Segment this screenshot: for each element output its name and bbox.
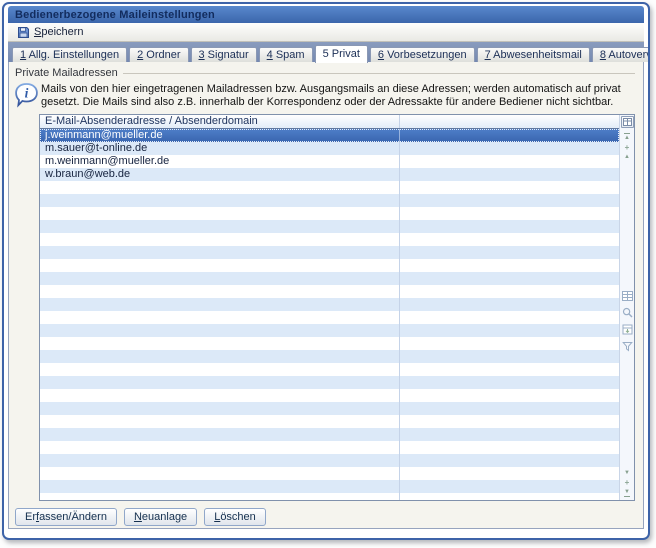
grid-row-empty <box>40 493 619 500</box>
column-chooser-button[interactable] <box>621 116 634 128</box>
column-header-extra[interactable] <box>400 115 619 128</box>
search-icon[interactable] <box>622 307 633 318</box>
scroll-top-button[interactable]: ▲ <box>624 133 630 141</box>
grid-tool-icons <box>620 291 634 352</box>
grid-row-empty <box>40 324 619 337</box>
tab-ordner[interactable]: 2 Ordner <box>129 47 188 62</box>
neuanlage-button[interactable]: Neuanlage <box>124 508 197 526</box>
grid-row-empty <box>40 402 619 415</box>
info-text-line1: Mails von den hier eingetragenen Mailadr… <box>41 83 621 96</box>
grid-row-empty <box>40 467 619 480</box>
tab-signatur[interactable]: 3 Signatur <box>191 47 257 62</box>
scroll-down-button[interactable]: ▼ <box>624 470 630 476</box>
scroll-up-button[interactable]: ▲ <box>624 154 630 160</box>
save-icon <box>17 26 30 39</box>
tab-abwesenheitsmail[interactable]: 7 Abwesenheitsmail <box>477 47 590 62</box>
grid-row-empty <box>40 415 619 428</box>
grid-row-empty <box>40 298 619 311</box>
column-header-email[interactable]: E-Mail-Absenderadresse / Absenderdomain <box>40 115 400 128</box>
group-box-header: Private Mailadressen <box>15 67 635 79</box>
tab-panel-privat: Private Mailadressen i Mails von den hie… <box>8 62 644 529</box>
grid-row-empty <box>40 285 619 298</box>
grid-row-empty <box>40 311 619 324</box>
grid-row[interactable]: w.braun@web.de <box>40 168 619 181</box>
loeschen-button[interactable]: Löschen <box>204 508 266 526</box>
grid-header-row: E-Mail-Absenderadresse / Absenderdomain <box>40 115 619 129</box>
grid-row-empty <box>40 376 619 389</box>
grid-row-empty <box>40 337 619 350</box>
grid-row-empty <box>40 350 619 363</box>
grid-row-empty <box>40 389 619 402</box>
column-chooser-icon <box>623 118 632 126</box>
page-down-button[interactable]: + <box>625 479 630 486</box>
grid-row-empty <box>40 441 619 454</box>
info-text: Mails von den hier eingetragenen Mailadr… <box>41 81 621 109</box>
grid-row-empty <box>40 194 619 207</box>
export-icon[interactable] <box>622 324 633 335</box>
tab-privat[interactable]: 5 Privat <box>315 45 368 63</box>
grid-row-empty <box>40 428 619 441</box>
grid-row-empty <box>40 220 619 233</box>
filter-icon[interactable] <box>622 341 633 352</box>
grid-row-empty <box>40 207 619 220</box>
grid-side-toolbar: ▲ + ▲ <box>619 115 634 500</box>
grid-row-empty <box>40 233 619 246</box>
info-row: i Mails von den hier eingetragenen Maila… <box>15 81 635 109</box>
tab-spam[interactable]: 4 Spam <box>259 47 313 62</box>
grid-row-empty <box>40 259 619 272</box>
grid-row-empty <box>40 246 619 259</box>
group-title: Private Mailadressen <box>15 67 123 79</box>
save-button-label: Speichern <box>34 26 84 38</box>
page-up-button[interactable]: + <box>625 144 630 151</box>
save-button[interactable]: Speichern <box>13 24 91 41</box>
info-text-line2: gesetzt. Die Mails sind also z.B. innerh… <box>41 96 621 109</box>
info-icon: i <box>15 81 41 109</box>
window-title: Bedienerbezogene Maileinstellungen <box>15 9 215 21</box>
scroll-up-group: ▲ + ▲ <box>624 133 630 160</box>
toolbar: Speichern <box>8 23 644 42</box>
scroll-bottom-button[interactable]: ▼ <box>624 489 630 497</box>
grid-row-empty <box>40 181 619 194</box>
table-view-icon[interactable] <box>622 291 633 301</box>
grid-row-empty <box>40 454 619 467</box>
svg-text:i: i <box>25 86 29 101</box>
title-bar: Bedienerbezogene Maileinstellungen <box>8 6 644 23</box>
tab-autovervollständigung[interactable]: 8 Autovervollständigung <box>592 47 650 62</box>
grid-row-empty <box>40 272 619 285</box>
grid-body: j.weinmann@mueller.dem.sauer@t-online.de… <box>40 129 619 500</box>
grid-row-empty <box>40 480 619 493</box>
grid-row[interactable]: j.weinmann@mueller.de <box>40 129 619 142</box>
group-divider <box>123 73 635 74</box>
email-grid: E-Mail-Absenderadresse / Absenderdomain … <box>39 114 635 501</box>
grid-row-empty <box>40 363 619 376</box>
button-row: Erfassen/Ändern Neuanlage Löschen <box>15 508 635 526</box>
grid-row[interactable]: m.weinmann@mueller.de <box>40 155 619 168</box>
tab-allg-einstellungen[interactable]: 1 Allg. Einstellungen <box>12 47 127 62</box>
grid-row[interactable]: m.sauer@t-online.de <box>40 142 619 155</box>
tab-vorbesetzungen[interactable]: 6 Vorbesetzungen <box>370 47 475 62</box>
scroll-down-group: ▼ + ▼ <box>620 470 634 497</box>
tab-bar: 1 Allg. Einstellungen2 Ordner3 Signatur4… <box>8 42 644 62</box>
window: Bedienerbezogene Maileinstellungen Speic… <box>2 2 650 540</box>
grid-main: E-Mail-Absenderadresse / Absenderdomain … <box>40 115 619 500</box>
erfassen-aendern-button[interactable]: Erfassen/Ändern <box>15 508 117 526</box>
